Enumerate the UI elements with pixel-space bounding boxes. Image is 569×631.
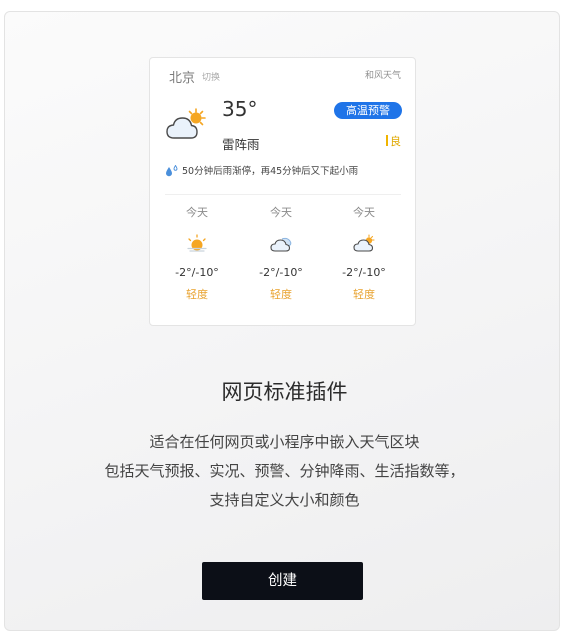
plugin-title: 网页标准插件 [221,380,348,404]
forecast-day-label: 今天 [270,206,292,219]
forecast-aqi: 轻度 [353,288,375,301]
air-quality-indicator: 良 [386,133,401,149]
forecast-day-label: 今天 [353,206,375,219]
brand-label: 和风天气 [364,71,401,81]
current-condition: 雷阵雨 [222,137,260,152]
forecast-aqi: 轻度 [270,288,292,301]
divider [165,194,401,195]
forecast-day-label: 今天 [186,206,208,219]
weather-widget-preview: 北京 切换 和风天气 35° 雷阵雨 高温预警 良 50分钟后雨渐停，再45分钟… [149,57,416,326]
create-button[interactable]: 创建 [202,562,363,600]
forecast-temperature: -2°/-10° [175,266,219,279]
description-line: 适合在任何网页或小程序中嵌入天气区块 [149,433,420,451]
high-temperature-alert-badge[interactable]: 高温预警 [334,102,402,119]
forecast-aqi: 轻度 [186,288,208,301]
aqi-color-bar [386,135,388,146]
forecast-list: 今天 -2°/-10° 轻度 今天 -2°/-10° 轻度 今天 -2°/-10… [150,205,415,315]
forecast-day: 今天 -2°/-10° 轻度 [155,205,239,302]
forecast-day: 今天 -2°/-10° 轻度 [239,205,323,302]
raindrop-icon [166,164,178,177]
description-line: 支持自定义大小和颜色 [209,491,360,509]
forecast-temperature: -2°/-10° [259,266,303,279]
minutely-text: 50分钟后雨渐停，再45分钟后又下起小雨 [182,166,359,177]
city-name: 北京 [169,71,196,86]
plugin-description: 适合在任何网页或小程序中嵌入天气区块 包括天气预报、实况、预警、分钟降雨、生活指… [0,432,569,519]
forecast-temperature: -2°/-10° [342,266,386,279]
minutely-precipitation: 50分钟后雨渐停，再45分钟后又下起小雨 [165,163,358,177]
forecast-day: 今天 -2°/-10° 轻度 [322,205,406,302]
cloud-sun-icon [165,106,209,146]
sunny-icon [155,234,239,256]
cloud-sun-icon [322,234,406,256]
description-line: 包括天气预报、实况、预警、分钟降雨、生活指数等， [104,462,465,480]
current-temperature: 35° [222,97,258,121]
switch-city-link[interactable]: 切换 [202,70,220,83]
aqi-label: 良 [390,135,401,148]
cloud-icon [239,234,323,256]
